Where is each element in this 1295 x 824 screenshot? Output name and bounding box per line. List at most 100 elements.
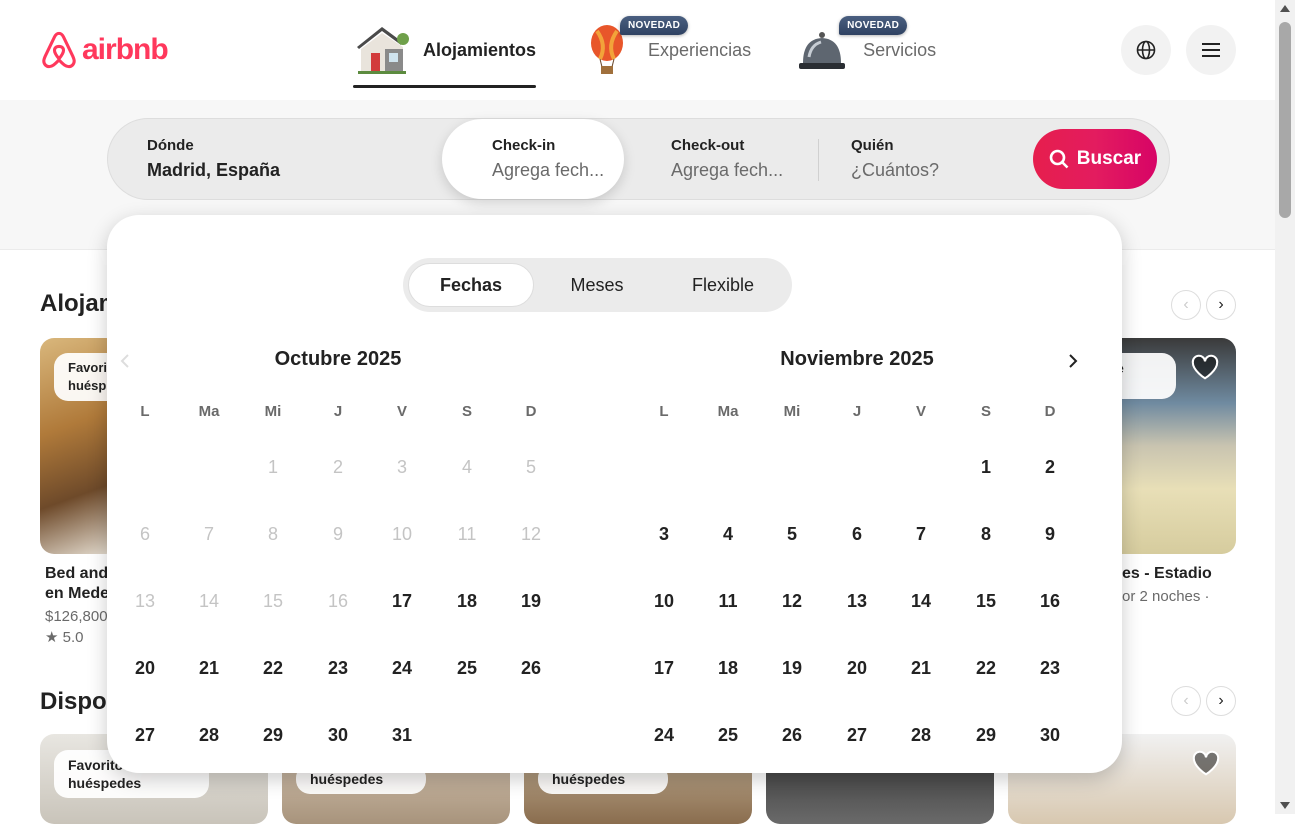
calendar-day[interactable]: 7 — [896, 509, 946, 559]
calendar-day[interactable]: 16 — [1025, 576, 1075, 626]
calendar-day[interactable]: 18 — [442, 576, 492, 626]
calendar-day: 3 — [396, 456, 407, 477]
tab-meses[interactable]: Meses — [534, 263, 660, 307]
category-nav: Alojamientos Experiencias NOVEDAD Servic… — [353, 16, 980, 88]
prev-month-button[interactable] — [109, 345, 141, 377]
main-menu-button[interactable] — [1186, 25, 1236, 75]
calendar-day[interactable]: 15 — [961, 576, 1011, 626]
calendar-day[interactable]: 22 — [961, 643, 1011, 693]
globe-icon — [1136, 40, 1156, 60]
scroll-up-arrow-icon[interactable] — [1280, 5, 1290, 12]
heart-icon[interactable] — [1190, 352, 1220, 382]
tab-experiencias[interactable]: Experiencias NOVEDAD — [580, 16, 752, 78]
weekday-label: D — [525, 403, 537, 420]
calendar-day[interactable]: 25 — [703, 710, 753, 760]
weekday-label: J — [333, 403, 343, 420]
calendar-day[interactable]: 29 — [961, 710, 1011, 760]
calendar-day: 4 — [461, 456, 472, 477]
calendar-day[interactable]: 4 — [703, 509, 753, 559]
calendar-day[interactable]: 9 — [1025, 509, 1075, 559]
calendar-day[interactable]: 30 — [313, 710, 363, 760]
where-field[interactable]: Dónde Madrid, España — [108, 119, 438, 199]
carousel-prev-button[interactable]: ‹ — [1171, 686, 1201, 716]
date-picker-popover: Fechas Meses Flexible Octubre 2025 Novie… — [107, 215, 1122, 773]
calendar-day[interactable]: 21 — [184, 643, 234, 693]
calendar-day[interactable]: 23 — [1025, 643, 1075, 693]
heart-icon[interactable] — [1191, 748, 1221, 778]
listing-title: es - Estadio — [1122, 565, 1212, 582]
header: airbnb Alojamientos Experiencias NOVEDAD… — [0, 0, 1275, 250]
calendar-day[interactable]: 13 — [832, 576, 882, 626]
checkin-field[interactable]: Check-in Agrega fech... — [442, 119, 624, 199]
house-icon — [357, 27, 409, 74]
calendar-day: 13 — [134, 590, 156, 611]
tab-alojamientos[interactable]: Alojamientos — [353, 22, 537, 88]
tab-flexible[interactable]: Flexible — [660, 263, 786, 307]
calendar-day[interactable]: 12 — [767, 576, 817, 626]
calendar-day[interactable]: 24 — [639, 710, 689, 760]
calendar-day[interactable]: 18 — [703, 643, 753, 693]
weekday-label: V — [396, 403, 407, 420]
calendar-day[interactable]: 6 — [832, 509, 882, 559]
calendar-day[interactable]: 19 — [506, 576, 556, 626]
tab-fechas[interactable]: Fechas — [408, 263, 534, 307]
tab-servicios[interactable]: Servicios NOVEDAD — [795, 16, 936, 78]
listing-card-image[interactable]: e — [1122, 338, 1236, 554]
tab-experiencias-label: Experiencias — [648, 39, 752, 60]
calendar-day[interactable]: 24 — [377, 643, 427, 693]
scrollbar-thumb[interactable] — [1279, 22, 1291, 218]
checkout-field[interactable]: Check-out Agrega fech... — [648, 119, 818, 199]
search-divider — [818, 139, 819, 181]
where-input[interactable]: Madrid, España — [147, 160, 438, 181]
calendar-day[interactable]: 20 — [120, 643, 170, 693]
who-field[interactable]: Quién ¿Cuántos? — [820, 119, 1020, 199]
calendar-day[interactable]: 2 — [1025, 442, 1075, 492]
calendar-day[interactable]: 23 — [313, 643, 363, 693]
who-label: Quién — [851, 137, 894, 154]
calendar-day: 6 — [139, 523, 150, 544]
weekday-label: J — [852, 403, 862, 420]
calendar-day[interactable]: 29 — [248, 710, 298, 760]
airbnb-logo-text: airbnb — [82, 33, 169, 66]
next-month-button[interactable] — [1057, 345, 1089, 377]
carousel-next-button[interactable]: › — [1206, 686, 1236, 716]
scroll-down-arrow-icon[interactable] — [1280, 802, 1290, 809]
calendar-day[interactable]: 31 — [377, 710, 427, 760]
chevron-right-icon — [1069, 354, 1078, 368]
hamburger-menu-icon — [1202, 43, 1220, 57]
calendar-day[interactable]: 21 — [896, 643, 946, 693]
listing-subtitle: or 2 noches · — [1122, 588, 1210, 605]
calendar-day[interactable]: 27 — [120, 710, 170, 760]
novedad-badge: NOVEDAD — [620, 16, 689, 35]
active-tab-underline — [353, 85, 537, 88]
calendar-day[interactable]: 25 — [442, 643, 492, 693]
calendar-day[interactable]: 28 — [184, 710, 234, 760]
calendar-day[interactable]: 26 — [767, 710, 817, 760]
calendar-day[interactable]: 3 — [639, 509, 689, 559]
airbnb-logo[interactable]: airbnb — [40, 30, 169, 70]
calendar-day[interactable]: 14 — [896, 576, 946, 626]
calendar-day[interactable]: 30 — [1025, 710, 1075, 760]
calendar-day: 1 — [267, 456, 278, 477]
calendar-day: 8 — [267, 523, 278, 544]
calendar-day[interactable]: 20 — [832, 643, 882, 693]
carousel-prev-button[interactable]: ‹ — [1171, 290, 1201, 320]
calendar-day[interactable]: 1 — [961, 442, 1011, 492]
carousel-next-button[interactable]: › — [1206, 290, 1236, 320]
calendar-day[interactable]: 27 — [832, 710, 882, 760]
calendar-day[interactable]: 28 — [896, 710, 946, 760]
calendar-day[interactable]: 17 — [377, 576, 427, 626]
calendar-day[interactable]: 17 — [639, 643, 689, 693]
language-button[interactable] — [1121, 25, 1171, 75]
date-mode-tabs: Fechas Meses Flexible — [403, 258, 792, 312]
checkin-label: Check-in — [492, 137, 556, 154]
calendar-day[interactable]: 19 — [767, 643, 817, 693]
calendar-day[interactable]: 26 — [506, 643, 556, 693]
calendar-day[interactable]: 10 — [639, 576, 689, 626]
calendar-day[interactable]: 22 — [248, 643, 298, 693]
search-button[interactable]: Buscar — [1033, 129, 1157, 189]
scrollbar[interactable] — [1275, 0, 1295, 814]
calendar-day[interactable]: 8 — [961, 509, 1011, 559]
calendar-day[interactable]: 11 — [703, 576, 753, 626]
calendar-day[interactable]: 5 — [767, 509, 817, 559]
